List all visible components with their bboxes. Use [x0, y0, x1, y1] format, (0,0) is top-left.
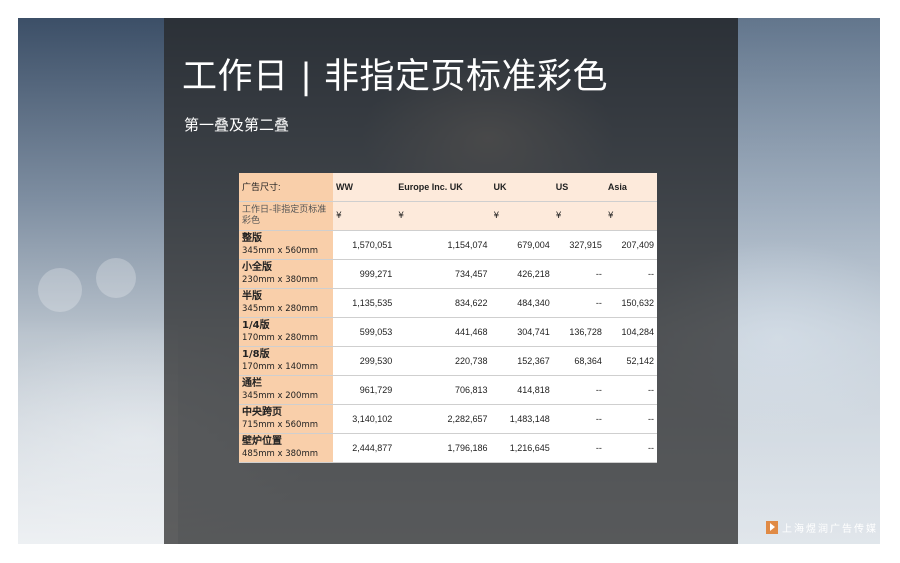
ad-dimensions: 230mm x 380mm — [242, 275, 319, 285]
table-row: 中央跨页 715mm x 560mm 3,140,102 2,282,657 1,483… — [239, 404, 657, 434]
price-cell: 414,818 — [490, 375, 553, 405]
price-cell: 150,632 — [604, 288, 657, 318]
currency-symbol: ¥ — [395, 201, 491, 231]
price-cell: 1,483,148 — [490, 404, 553, 434]
ad-size-name: 小全版 — [242, 262, 272, 273]
ad-size-name: 中央跨页 — [242, 407, 282, 418]
header-label-cell: 广告尺寸: — [239, 173, 333, 202]
price-cell: 1,216,645 — [490, 433, 553, 463]
ad-size-name: 整版 — [242, 233, 262, 244]
background-bokeh — [96, 258, 136, 298]
price-cell: 834,622 — [395, 288, 491, 318]
price-cell: 1,796,186 — [395, 433, 491, 463]
currency-symbol: ¥ — [333, 201, 396, 231]
row-label-cell: 通栏 345mm x 200mm — [239, 375, 333, 405]
ad-dimensions: 345mm x 200mm — [242, 391, 319, 401]
price-cell: 441,468 — [395, 317, 491, 347]
price-cell: 706,813 — [395, 375, 491, 405]
column-header: US — [552, 173, 605, 202]
price-cell: 999,271 — [333, 259, 396, 289]
background-bokeh — [38, 268, 82, 312]
currency-symbol: ¥ — [604, 201, 657, 231]
price-cell: -- — [604, 433, 657, 463]
rate-table: 广告尺寸: WW Europe Inc. UK UK US Asia 工作日-非… — [239, 173, 657, 463]
row-label-cell: 中央跨页 715mm x 560mm — [239, 404, 333, 434]
ad-dimensions: 345mm x 560mm — [242, 246, 319, 256]
price-cell: 152,367 — [490, 346, 553, 376]
price-cell: -- — [552, 259, 605, 289]
ad-size-name: 半版 — [242, 291, 262, 302]
page-title: 工作日 | 非指定页标准彩色 — [182, 57, 609, 97]
price-cell: 2,444,877 — [333, 433, 396, 463]
table-row: 半版 345mm x 280mm 1,135,535 834,622 484,340 --… — [239, 288, 657, 318]
ad-dimensions: 170mm x 140mm — [242, 362, 319, 372]
ad-size-name: 1/8版 — [242, 349, 270, 360]
price-cell: 426,218 — [490, 259, 553, 289]
price-cell: 734,457 — [395, 259, 491, 289]
price-cell: -- — [552, 288, 605, 318]
currency-label-cell: 工作日-非指定页标准彩色 — [239, 201, 333, 231]
ad-dimensions: 345mm x 280mm — [242, 304, 319, 314]
price-cell: 484,340 — [490, 288, 553, 318]
table-header-row: 广告尺寸: WW Europe Inc. UK UK US Asia — [239, 173, 657, 202]
price-cell: -- — [604, 404, 657, 434]
price-cell: 299,530 — [333, 346, 396, 376]
price-cell: 961,729 — [333, 375, 396, 405]
play-mark-icon — [766, 521, 778, 534]
ad-dimensions: 715mm x 560mm — [242, 420, 319, 430]
table-row: 1/8版 170mm x 140mm 299,530 220,738 152,367 68… — [239, 346, 657, 376]
currency-symbol: ¥ — [490, 201, 553, 231]
column-header: UK — [490, 173, 553, 202]
price-cell: 1,570,051 — [333, 230, 396, 260]
price-cell: 679,004 — [490, 230, 553, 260]
price-cell: 3,140,102 — [333, 404, 396, 434]
background-window-highlight — [738, 18, 880, 544]
price-cell: 599,053 — [333, 317, 396, 347]
price-cell: -- — [552, 375, 605, 405]
price-cell: -- — [604, 259, 657, 289]
price-cell: 1,135,535 — [333, 288, 396, 318]
column-header: WW — [333, 173, 396, 202]
column-header: Asia — [604, 173, 657, 202]
price-cell: 304,741 — [490, 317, 553, 347]
brand-logo: 上海煜润广告传媒 — [766, 520, 878, 535]
price-cell: 207,409 — [604, 230, 657, 260]
table-row: 通栏 345mm x 200mm 961,729 706,813 414,818 -- -- — [239, 375, 657, 405]
ad-size-name: 通栏 — [242, 378, 262, 389]
ad-dimensions: 170mm x 280mm — [242, 333, 319, 343]
currency-row: 工作日-非指定页标准彩色 ¥ ¥ ¥ ¥ ¥ — [239, 201, 657, 231]
price-cell: -- — [604, 375, 657, 405]
background-paper-highlight — [18, 318, 178, 544]
brand-name: 上海煜润广告传媒 — [782, 524, 878, 535]
table-row: 壁炉位置 485mm x 380mm 2,444,877 1,796,186 1,216… — [239, 433, 657, 463]
price-cell: 104,284 — [604, 317, 657, 347]
row-label-cell: 1/4版 170mm x 280mm — [239, 317, 333, 347]
page-subtitle: 第一叠及第二叠 — [184, 116, 290, 134]
price-cell: 136,728 — [552, 317, 605, 347]
row-label-cell: 小全版 230mm x 380mm — [239, 259, 333, 289]
row-label-cell: 整版 345mm x 560mm — [239, 230, 333, 260]
currency-symbol: ¥ — [552, 201, 605, 231]
price-cell: 68,364 — [552, 346, 605, 376]
price-cell: 52,142 — [604, 346, 657, 376]
price-cell: 2,282,657 — [395, 404, 491, 434]
ad-size-name: 1/4版 — [242, 320, 270, 331]
table-row: 整版 345mm x 560mm 1,570,051 1,154,074 679,004… — [239, 230, 657, 260]
row-label-cell: 半版 345mm x 280mm — [239, 288, 333, 318]
ad-size-name: 壁炉位置 — [242, 436, 282, 447]
table-row: 1/4版 170mm x 280mm 599,053 441,468 304,741 13… — [239, 317, 657, 347]
row-label-cell: 1/8版 170mm x 140mm — [239, 346, 333, 376]
row-label-cell: 壁炉位置 485mm x 380mm — [239, 433, 333, 463]
ad-dimensions: 485mm x 380mm — [242, 449, 319, 459]
column-header: Europe Inc. UK — [395, 173, 491, 202]
price-cell: 327,915 — [552, 230, 605, 260]
price-cell: 220,738 — [395, 346, 491, 376]
price-cell: -- — [552, 404, 605, 434]
price-cell: -- — [552, 433, 605, 463]
price-cell: 1,154,074 — [395, 230, 491, 260]
table-row: 小全版 230mm x 380mm 999,271 734,457 426,218 -- -… — [239, 259, 657, 289]
